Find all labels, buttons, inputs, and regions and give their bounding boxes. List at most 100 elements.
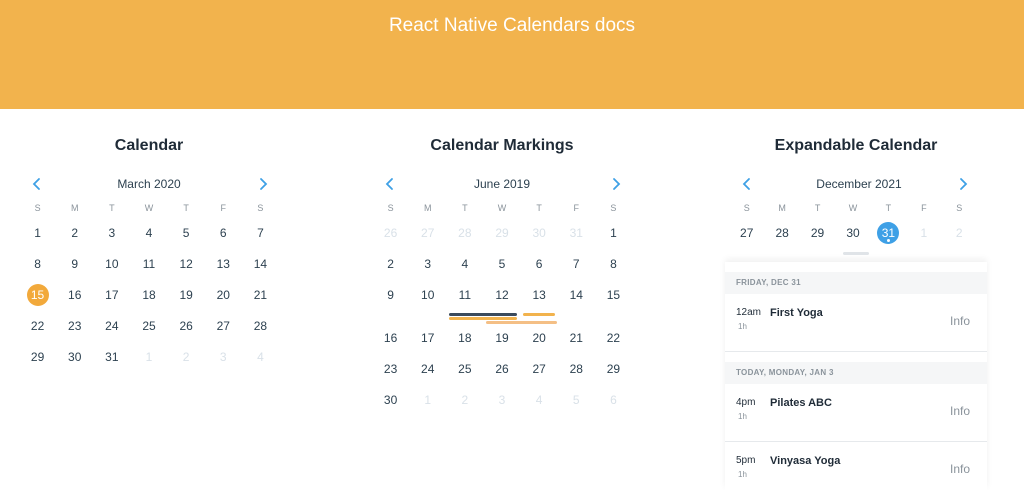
chevron-right-icon[interactable] (954, 175, 972, 193)
agenda-item[interactable]: 12am 1h First Yoga Info (725, 294, 987, 352)
day-cell[interactable]: 27 (205, 313, 242, 344)
day-cell[interactable]: 7 (558, 251, 595, 282)
day-cell[interactable]: 26 (372, 220, 409, 251)
day-cell[interactable]: 12 (168, 251, 205, 282)
day-cell[interactable]: 5 (168, 220, 205, 251)
day-cell[interactable]: 2 (446, 387, 483, 418)
day-cell[interactable]: 26 (483, 356, 520, 387)
day-cell[interactable]: 2 (372, 251, 409, 282)
day-cell[interactable]: 15 (595, 282, 632, 313)
day-cell[interactable]: 31 (871, 220, 906, 251)
day-cell[interactable]: 11 (130, 251, 167, 282)
day-cell[interactable]: 8 (19, 251, 56, 282)
chevron-right-icon[interactable] (254, 175, 272, 193)
day-cell[interactable]: 17 (93, 282, 130, 313)
day-cell[interactable]: 1 (19, 220, 56, 251)
day-cell[interactable]: 24 (409, 356, 446, 387)
day-cell[interactable]: 25 (446, 356, 483, 387)
day-cell[interactable]: 29 (595, 356, 632, 387)
day-cell[interactable]: 16 (56, 282, 93, 313)
day-cell[interactable]: 25 (130, 313, 167, 344)
day-cell[interactable]: 14 (242, 251, 279, 282)
day-cell[interactable]: 19 (168, 282, 205, 313)
day-cell[interactable]: 4 (130, 220, 167, 251)
day-cell[interactable]: 8 (595, 251, 632, 282)
day-cell[interactable]: 29 (483, 220, 520, 251)
day-cell[interactable]: 18 (446, 325, 483, 356)
day-cell[interactable]: 6 (595, 387, 632, 418)
day-cell[interactable]: 22 (595, 325, 632, 356)
day-cell[interactable]: 28 (764, 220, 799, 251)
weekday-label: W (144, 203, 154, 213)
day-cell[interactable]: 16 (372, 325, 409, 356)
day-cell[interactable]: 21 (558, 325, 595, 356)
day-cell[interactable]: 13 (205, 251, 242, 282)
day-cell[interactable]: 21 (242, 282, 279, 313)
day-cell[interactable]: 30 (835, 220, 870, 251)
day-cell[interactable]: 1 (595, 220, 632, 251)
day-cell[interactable]: 6 (205, 220, 242, 251)
day-cell[interactable]: 10 (93, 251, 130, 282)
day-cell[interactable]: 30 (372, 387, 409, 418)
day-cell[interactable]: 23 (372, 356, 409, 387)
day-cell[interactable]: 18 (130, 282, 167, 313)
day-cell[interactable]: 24 (93, 313, 130, 344)
day-cell[interactable]: 27 (521, 356, 558, 387)
day-cell[interactable]: 20 (205, 282, 242, 313)
day-cell[interactable]: 5 (483, 251, 520, 282)
info-button[interactable]: Info (950, 404, 970, 418)
day-cell[interactable]: 2 (56, 220, 93, 251)
day-cell[interactable]: 22 (19, 313, 56, 344)
day-number: 27 (740, 226, 754, 240)
expand-handle[interactable] (843, 252, 869, 255)
day-cell[interactable]: 28 (558, 356, 595, 387)
day-cell[interactable]: 28 (446, 220, 483, 251)
day-cell[interactable]: 2 (168, 344, 205, 375)
day-cell[interactable]: 20 (521, 325, 558, 356)
day-cell[interactable]: 13 (521, 282, 558, 313)
day-cell[interactable]: 27 (729, 220, 764, 251)
day-cell[interactable]: 7 (242, 220, 279, 251)
day-cell[interactable]: 15 (19, 282, 56, 313)
day-cell[interactable]: 4 (446, 251, 483, 282)
day-cell[interactable]: 4 (242, 344, 279, 375)
day-cell[interactable]: 30 (56, 344, 93, 375)
day-cell[interactable]: 3 (409, 251, 446, 282)
day-cell[interactable]: 9 (372, 282, 409, 313)
day-cell[interactable]: 1 (906, 220, 941, 251)
day-number: 6 (219, 226, 227, 240)
agenda-item[interactable]: 5pm 1h Vinyasa Yoga Info (725, 442, 987, 490)
info-button[interactable]: Info (950, 462, 970, 476)
day-cell[interactable]: 14 (558, 282, 595, 313)
day-cell[interactable]: 28 (242, 313, 279, 344)
info-button[interactable]: Info (950, 314, 970, 328)
day-cell[interactable]: 31 (93, 344, 130, 375)
agenda-item[interactable]: 4pm 1h Pilates ABC Info (725, 384, 987, 442)
day-cell[interactable]: 27 (409, 220, 446, 251)
day-cell[interactable]: 17 (409, 325, 446, 356)
day-cell[interactable]: 29 (19, 344, 56, 375)
day-cell[interactable]: 19 (483, 325, 520, 356)
day-cell[interactable]: 29 (800, 220, 835, 251)
day-cell[interactable]: 5 (558, 387, 595, 418)
day-cell[interactable]: 1 (409, 387, 446, 418)
chevron-right-icon[interactable] (607, 175, 625, 193)
day-cell[interactable]: 1 (130, 344, 167, 375)
event-duration: 1h (738, 412, 747, 421)
day-cell[interactable]: 6 (521, 251, 558, 282)
day-cell[interactable]: 23 (56, 313, 93, 344)
day-number: 31 (105, 350, 119, 364)
day-cell[interactable]: 9 (56, 251, 93, 282)
day-cell[interactable]: 31 (558, 220, 595, 251)
day-cell[interactable]: 3 (93, 220, 130, 251)
day-cell[interactable]: 3 (205, 344, 242, 375)
day-cell[interactable]: 2 (942, 220, 977, 251)
day-cell[interactable]: 10 (409, 282, 446, 313)
day-cell[interactable]: 26 (168, 313, 205, 344)
day-cell[interactable]: 3 (483, 387, 520, 418)
day-cell[interactable]: 4 (521, 387, 558, 418)
weekday-label: S (257, 203, 264, 213)
day-cell[interactable]: 30 (521, 220, 558, 251)
day-cell[interactable]: 12 (483, 282, 520, 313)
day-cell[interactable]: 11 (446, 282, 483, 313)
